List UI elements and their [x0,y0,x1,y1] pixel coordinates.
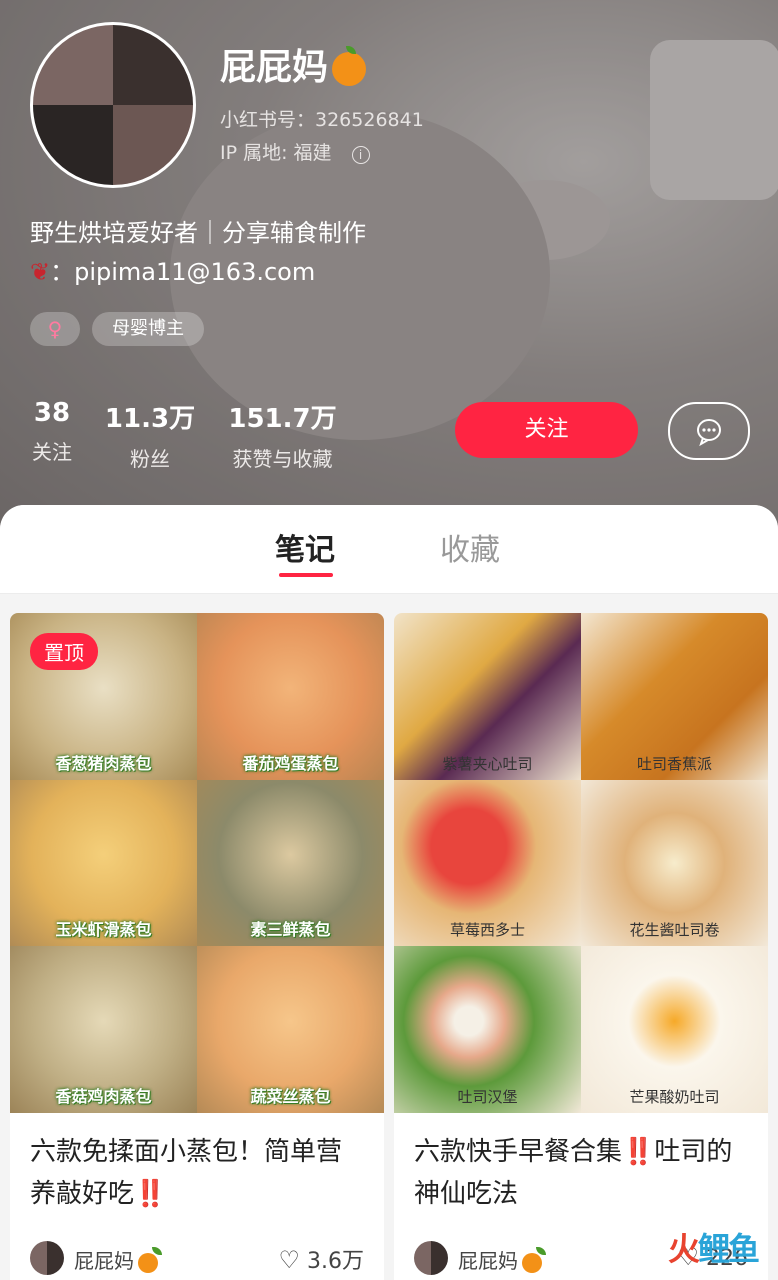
tab-bar: 笔记 收藏 [0,505,778,594]
author-name-text: 屁屁妈 [458,1249,518,1273]
cover-cell: 蔬菜丝蒸包 [197,946,384,1113]
note-cover-image: 香葱猪肉蒸包 番茄鸡蛋蒸包 玉米虾滑蒸包 素三鲜蒸包 香菇鸡肉蒸包 蔬菜丝蒸包 [10,613,384,1113]
stat-label: 粉丝 [130,447,170,471]
orange-emoji-icon [138,1246,162,1273]
stat-label: 获赞与收藏 [232,447,333,471]
rose-icon: ❦ [30,258,51,286]
like-count-text: 3.6万 [307,1249,364,1274]
ip-location: IP 属地: 福建 i [220,138,370,165]
orange-emoji-icon [522,1246,546,1273]
author-avatar[interactable] [414,1241,448,1275]
note-title: 六款免揉面小蒸包！简单营养敲好吃‼️ [30,1137,343,1209]
author-avatar[interactable] [30,1241,64,1275]
cover-cell: 番茄鸡蛋蒸包 [197,613,384,780]
cover-cell: 花生酱吐司卷 [581,779,768,947]
cover-cell: 香菇鸡肉蒸包 [10,946,197,1113]
cover-label: 花生酱吐司卷 [629,921,720,940]
pinned-badge: 置顶 [30,633,98,670]
tab-underline [279,573,333,577]
cover-label: 香葱猪肉蒸包 [55,753,152,773]
cupcake-plate-decor [480,180,610,260]
profile-name-text: 屁屁妈 [220,47,329,88]
profile-name: 屁屁妈 [220,38,367,90]
gender-tag: ♀ [30,312,80,346]
bio-email: ：pipima11@163.com [50,258,316,286]
cover-cell: 吐司香蕉派 [581,613,768,780]
orange-emoji-icon [332,46,367,86]
stat-num: 11.3万 [104,404,196,434]
stat-followers[interactable]: 11.3万 粉丝 [100,398,200,472]
stat-label: 关注 [32,440,72,464]
tab-collect[interactable]: 收藏 [440,525,500,569]
cover-label: 香菇鸡肉蒸包 [55,1087,152,1106]
info-icon[interactable]: i [351,146,370,164]
heart-icon: ♡ [278,1246,300,1274]
follow-button[interactable]: 关注 [455,402,638,458]
bio-line-1: 野生烘培爱好者｜分享辅食制作 [30,219,366,247]
cover-cell: 素三鲜蒸包 [197,779,384,947]
note-card[interactable]: 紫薯夹心吐司 吐司香蕉派 草莓西多士 花生酱吐司卷 吐司汉堡 芒果酸奶吐司 六款… [394,613,768,1280]
stat-num: 38 [33,398,71,428]
like-count[interactable]: ♡ 3.6万 [278,1243,364,1275]
cake-decor [650,40,778,200]
cover-cell: 玉米虾滑蒸包 [10,779,197,947]
chat-bubble-icon [697,419,721,447]
note-cover-image: 紫薯夹心吐司 吐司香蕉派 草莓西多士 花生酱吐司卷 吐司汉堡 芒果酸奶吐司 [394,613,768,1113]
cover-cell: 紫薯夹心吐司 [394,613,581,780]
author-name[interactable]: 屁屁妈 [74,1245,162,1274]
profile-id: 小红书号：326526841 [220,109,424,131]
ip-location-text: IP 属地: 福建 [220,142,332,164]
bio-line-2: ❦：pipima11@163.com [30,252,315,287]
watermark-logo: 火鲤鱼 [667,1224,760,1270]
content-panel: 笔记 收藏 香葱猪肉蒸包 番茄鸡蛋蒸包 玉米虾滑蒸包 素三鲜蒸包 香菇鸡肉蒸包 … [0,505,778,1280]
note-title: 六款快手早餐合集‼️吐司的神仙吃法 [414,1137,733,1209]
cover-label: 芒果酸奶吐司 [629,1088,720,1106]
author-name-text: 屁屁妈 [74,1249,134,1273]
cover-label: 草莓西多士 [449,921,525,940]
watermark-rest: 鲤鱼 [697,1230,760,1268]
tab-notes[interactable]: 笔记 [275,525,335,569]
cover-cell: 吐司汉堡 [394,946,581,1113]
stat-likes[interactable]: 151.7万 获赞与收藏 [220,398,345,472]
cover-label: 玉米虾滑蒸包 [55,920,152,940]
stat-following[interactable]: 38 关注 [22,398,82,465]
stat-num: 151.7万 [228,404,337,434]
cover-label: 吐司汉堡 [457,1088,518,1106]
cover-label: 番茄鸡蛋蒸包 [242,753,339,773]
cover-label: 吐司香蕉派 [636,754,712,773]
note-card[interactable]: 香葱猪肉蒸包 番茄鸡蛋蒸包 玉米虾滑蒸包 素三鲜蒸包 香菇鸡肉蒸包 蔬菜丝蒸包 … [10,613,384,1280]
cover-label: 素三鲜蒸包 [250,920,331,940]
cover-label: 紫薯夹心吐司 [442,754,533,773]
message-button[interactable] [668,402,750,460]
cover-label: 蔬菜丝蒸包 [250,1087,331,1106]
watermark-char: 火 [667,1230,700,1268]
profile-avatar[interactable] [30,22,196,188]
profile-header: 屁屁妈 小红书号：326526841 IP 属地: 福建 i 野生烘培爱好者｜分… [0,0,778,540]
author-name[interactable]: 屁屁妈 [458,1245,546,1274]
cover-cell: 草莓西多士 [394,779,581,947]
category-tag[interactable]: 母婴博主 [92,312,204,346]
cover-cell: 芒果酸奶吐司 [581,946,768,1113]
